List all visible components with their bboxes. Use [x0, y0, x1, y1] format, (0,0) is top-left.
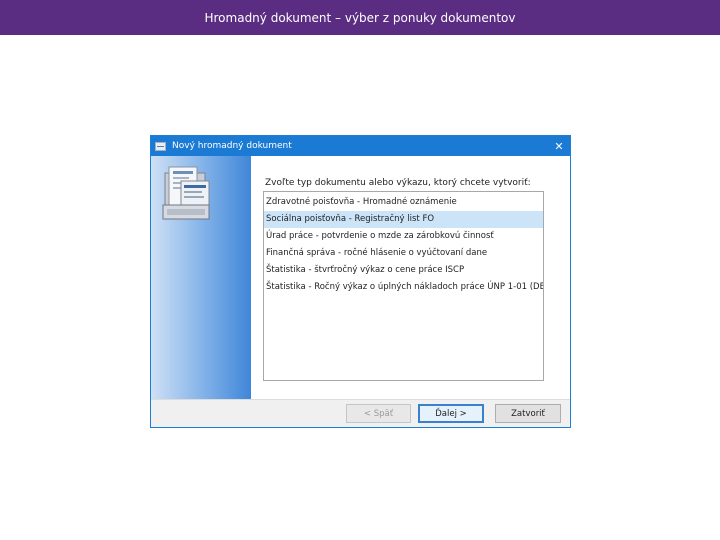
next-button[interactable]: Ďalej >: [418, 404, 484, 423]
window-icon: [155, 141, 166, 151]
list-item[interactable]: Štatistika - Ročný výkaz o úplných nákla…: [264, 279, 543, 296]
list-item-selected[interactable]: Sociálna poisťovňa - Registračný list FO: [264, 211, 543, 228]
dialog-footer: < Späť Ďalej > Zatvoriť: [151, 399, 570, 427]
list-item[interactable]: Úrad práce - potvrdenie o mzde za zárobk…: [264, 228, 543, 245]
wizard-content: Zvoľte typ dokumentu alebo výkazu, ktorý…: [251, 156, 570, 399]
dialog-title: Nový hromadný dokument: [172, 141, 292, 151]
wizard-sidebar: [151, 156, 251, 399]
document-type-list[interactable]: Zdravotné poisťovňa - Hromadné oznámenie…: [263, 191, 544, 381]
document-stack-icon: [162, 166, 210, 220]
list-item[interactable]: Štatistika - štvrťročný výkaz o cene prá…: [264, 262, 543, 279]
close-button[interactable]: Zatvoriť: [495, 404, 561, 423]
close-icon[interactable]: ✕: [548, 136, 570, 156]
slide-title: Hromadný dokument – výber z ponuky dokum…: [0, 0, 720, 35]
new-bulk-document-dialog: Nový hromadný dokument ✕ Zvoľte typ doku…: [150, 135, 571, 428]
instruction-label: Zvoľte typ dokumentu alebo výkazu, ktorý…: [265, 178, 531, 188]
list-item[interactable]: Finančná správa - ročné hlásenie o vyúčt…: [264, 245, 543, 262]
dialog-titlebar[interactable]: Nový hromadný dokument ✕: [151, 136, 570, 156]
list-item[interactable]: Zdravotné poisťovňa - Hromadné oznámenie: [264, 194, 543, 211]
back-button[interactable]: < Späť: [346, 404, 411, 423]
